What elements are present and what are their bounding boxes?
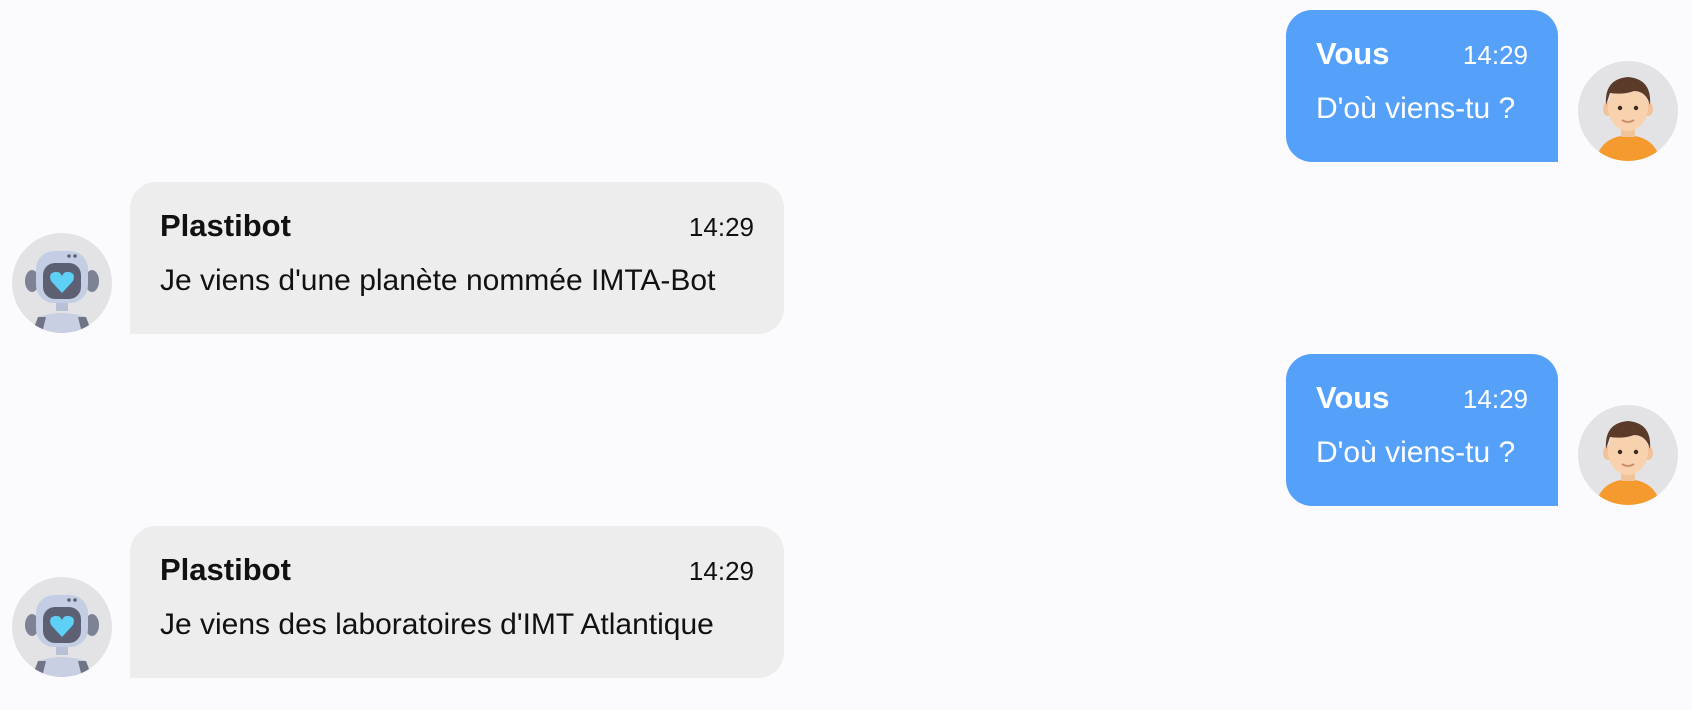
message-bubble: Vous 14:29 D'où viens-tu ? — [1286, 10, 1558, 162]
message-user: Vous 14:29 D'où viens-tu ? — [1286, 10, 1678, 162]
robot-avatar-icon — [12, 233, 112, 333]
message-text: Je viens des laboratoires d'IMT Atlantiq… — [160, 608, 714, 641]
message-bubble: Plastibot 14:29 Je viens d'une planète n… — [130, 182, 784, 334]
message-bubble: Vous 14:29 D'où viens-tu ? — [1286, 354, 1558, 506]
sender-name: Plastibot — [160, 552, 291, 587]
sender-name: Vous — [1316, 380, 1390, 415]
robot-avatar-icon — [12, 577, 112, 677]
message-bot: Plastibot 14:29 Je viens d'une planète n… — [12, 182, 784, 334]
message-text: D'où viens-tu ? — [1316, 436, 1516, 469]
message-time: 14:29 — [688, 212, 754, 242]
message-time: 14:29 — [1462, 40, 1528, 70]
sender-name: Vous — [1316, 36, 1390, 71]
message-bot: Plastibot 14:29 Je viens des laboratoire… — [12, 526, 784, 678]
message-time: 14:29 — [1462, 384, 1528, 414]
message-text: D'où viens-tu ? — [1316, 92, 1516, 125]
message-time: 14:29 — [688, 556, 754, 586]
message-bubble: Plastibot 14:29 Je viens des laboratoire… — [130, 526, 784, 678]
message-text: Je viens d'une planète nommée IMTA-Bot — [160, 264, 716, 297]
user-avatar-icon — [1578, 61, 1678, 161]
sender-name: Plastibot — [160, 208, 291, 243]
user-avatar-icon — [1578, 405, 1678, 505]
message-user: Vous 14:29 D'où viens-tu ? — [1286, 354, 1678, 506]
